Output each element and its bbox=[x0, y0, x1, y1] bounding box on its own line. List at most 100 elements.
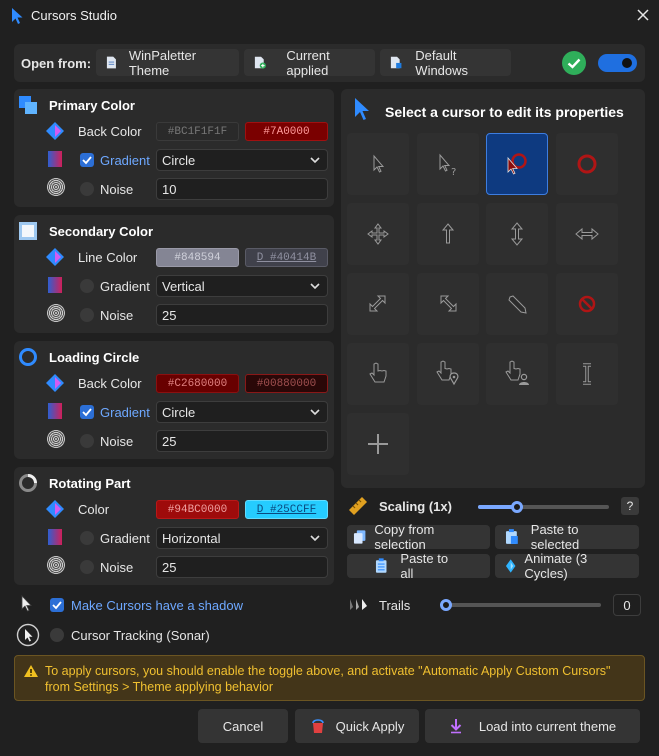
gradient-icon bbox=[48, 403, 62, 419]
loading-noise-checkbox[interactable] bbox=[80, 434, 94, 448]
checkmark-icon bbox=[82, 156, 92, 165]
primary-color-panel: Primary Color Back Color #BC1F1F1F #7A00… bbox=[14, 89, 334, 207]
pen-cursor-icon bbox=[508, 295, 527, 314]
rotating-color1-swatch[interactable]: #94BC0000 bbox=[156, 500, 239, 519]
pin-cursor-icon bbox=[436, 360, 459, 386]
rotating-noise-checkbox[interactable] bbox=[80, 560, 94, 574]
cursor-ew-resize[interactable] bbox=[556, 203, 618, 265]
color-label: Color bbox=[78, 502, 110, 517]
secondary-gradient-checkbox[interactable] bbox=[80, 279, 94, 293]
cross-cursor-icon bbox=[368, 434, 388, 454]
arrow-cursor-icon bbox=[373, 154, 385, 173]
primary-noise-input[interactable]: 10 bbox=[156, 178, 328, 200]
scaling-slider-track[interactable] bbox=[478, 501, 609, 513]
sonar-icon bbox=[16, 623, 40, 647]
loading-gradient-label: Gradient bbox=[100, 405, 150, 420]
chevron-down-icon bbox=[310, 535, 320, 542]
primary-noise-checkbox[interactable] bbox=[80, 182, 94, 196]
line-color-label: Line Color bbox=[78, 250, 138, 265]
noise-icon bbox=[47, 556, 65, 574]
loading-gradient-select[interactable]: Circle bbox=[156, 401, 328, 423]
loading-gradient-checkbox[interactable] bbox=[80, 405, 94, 419]
trails-value-input[interactable]: 0 bbox=[613, 594, 641, 616]
cursor-up-arrow[interactable] bbox=[417, 203, 479, 265]
close-icon[interactable] bbox=[634, 6, 652, 24]
loading-noise-input[interactable]: 25 bbox=[156, 430, 328, 452]
quick-apply-button[interactable]: Quick Apply bbox=[295, 709, 419, 743]
open-default-button[interactable]: Default Windows bbox=[380, 48, 511, 78]
trails-label: Trails bbox=[379, 598, 411, 613]
cursor-appstarting[interactable] bbox=[486, 133, 548, 195]
secondary-color1-swatch[interactable]: #848594 bbox=[156, 248, 239, 267]
gradient-icon bbox=[48, 151, 62, 167]
app-cursor-icon bbox=[12, 8, 23, 24]
paste-to-all-button[interactable]: Paste to all bbox=[347, 551, 490, 581]
open-current-button[interactable]: Current applied bbox=[244, 48, 375, 78]
cursor-nwse-resize[interactable] bbox=[417, 273, 479, 335]
primary-color-icon bbox=[19, 96, 37, 114]
cursor-arrow[interactable] bbox=[347, 133, 409, 195]
primary-gradient-label: Gradient bbox=[100, 153, 150, 168]
loading-color1-swatch[interactable]: #C2680000 bbox=[156, 374, 239, 393]
copy-icon bbox=[353, 530, 366, 544]
rotating-gradient-checkbox[interactable] bbox=[80, 531, 94, 545]
shadow-checkbox[interactable] bbox=[50, 598, 64, 612]
check-icon bbox=[562, 51, 586, 75]
cursor-help[interactable]: ? bbox=[417, 133, 479, 195]
rotating-gradient-select[interactable]: Horizontal bbox=[156, 527, 328, 549]
tracking-checkbox[interactable] bbox=[50, 628, 64, 642]
secondary-gradient-label: Gradient bbox=[100, 279, 150, 294]
primary-gradient-select[interactable]: Circle bbox=[156, 149, 328, 171]
secondary-gradient-select[interactable]: Vertical bbox=[156, 275, 328, 297]
cursor-text-beam[interactable] bbox=[556, 343, 618, 405]
cursor-move[interactable] bbox=[347, 203, 409, 265]
document-add-icon bbox=[254, 56, 266, 69]
cursor-selection-panel: Select a cursor to edit its properties ? bbox=[341, 89, 645, 488]
primary-gradient-checkbox[interactable] bbox=[80, 153, 94, 167]
animate-icon bbox=[505, 559, 516, 573]
rotating-color2-swatch[interactable]: D #25CCFF bbox=[245, 500, 328, 519]
trails-slider-thumb[interactable] bbox=[440, 599, 452, 611]
toggle-knob bbox=[622, 58, 632, 68]
download-arrow-icon bbox=[450, 719, 462, 734]
cursor-person[interactable] bbox=[486, 343, 548, 405]
not-allowed-icon bbox=[578, 295, 596, 313]
loading-circle-panel: Loading Circle Back Color #C2680000 #008… bbox=[14, 341, 334, 459]
secondary-noise-checkbox[interactable] bbox=[80, 308, 94, 322]
primary-color2-swatch[interactable]: #7A0000 bbox=[245, 122, 328, 141]
primary-color1-swatch[interactable]: #BC1F1F1F bbox=[156, 122, 239, 141]
cursor-not-allowed[interactable] bbox=[556, 273, 618, 335]
cursor-pen[interactable] bbox=[486, 273, 548, 335]
secondary-noise-input[interactable]: 25 bbox=[156, 304, 328, 326]
cursor-nesw-resize[interactable] bbox=[347, 273, 409, 335]
loading-color2-swatch[interactable]: #00880000 bbox=[245, 374, 328, 393]
scaling-slider-thumb[interactable] bbox=[511, 501, 524, 513]
chevron-down-icon bbox=[310, 157, 320, 164]
noise-icon bbox=[47, 178, 65, 196]
trails-slider-track[interactable] bbox=[440, 599, 601, 611]
cursor-pin[interactable] bbox=[417, 343, 479, 405]
cursor-ns-resize[interactable] bbox=[486, 203, 548, 265]
cursor-wait[interactable] bbox=[556, 133, 618, 195]
text-beam-icon bbox=[583, 363, 591, 385]
windows-file-icon bbox=[390, 56, 402, 69]
cancel-button[interactable]: Cancel bbox=[198, 709, 288, 743]
open-winpaletter-button[interactable]: WinPaletter Theme bbox=[96, 48, 239, 78]
paste-to-selected-button[interactable]: Paste to selected bbox=[495, 522, 639, 552]
animate-button[interactable]: Animate (3 Cycles) bbox=[495, 551, 639, 581]
color-picker-icon bbox=[46, 122, 64, 140]
busy-cursor-icon bbox=[507, 153, 527, 175]
secondary-color-icon bbox=[19, 222, 37, 240]
copy-from-selection-button[interactable]: Copy from selection bbox=[347, 522, 490, 552]
back-color-label: Back Color bbox=[78, 124, 142, 139]
secondary-color2-swatch[interactable]: D #40414B bbox=[245, 248, 328, 267]
color-picker-icon bbox=[46, 500, 64, 518]
rotating-noise-input[interactable]: 25 bbox=[156, 556, 328, 578]
load-into-theme-button[interactable]: Load into current theme bbox=[425, 709, 640, 743]
apply-toggle[interactable] bbox=[598, 54, 637, 72]
cursor-hand[interactable] bbox=[347, 343, 409, 405]
scaling-help-button[interactable]: ? bbox=[621, 497, 639, 515]
warning-icon bbox=[24, 665, 38, 677]
loading-title: Loading Circle bbox=[49, 350, 140, 365]
cursor-cross[interactable] bbox=[347, 413, 409, 475]
